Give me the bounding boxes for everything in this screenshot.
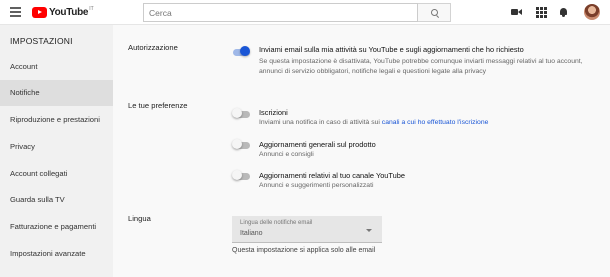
subscriptions-title: Iscrizioni <box>259 108 288 117</box>
sidebar-item-impostazioni-avanzate[interactable]: Impostazioni avanzate <box>0 241 113 267</box>
search-button[interactable] <box>418 3 451 22</box>
apps-grid-icon[interactable] <box>536 7 547 18</box>
product-updates-desc: Annunci e consigli <box>259 151 314 158</box>
channel-updates-desc: Annunci e suggerimenti personalizzati <box>259 182 374 189</box>
sidebar-item-guarda-tv[interactable]: Guarda sulla TV <box>0 187 113 213</box>
channel-updates-title: Aggiornamenti relativi al tuo canale You… <box>259 171 405 180</box>
sidebar-title: IMPOSTAZIONI <box>10 36 73 46</box>
email-activity-desc-2: annunci di servizio obbligatori, notific… <box>259 68 487 75</box>
sidebar-item-riproduzione[interactable]: Riproduzione e prestazioni <box>0 107 113 133</box>
video-camera-icon[interactable] <box>511 7 522 18</box>
avatar[interactable] <box>584 4 600 20</box>
search-input[interactable] <box>143 3 418 22</box>
subscriptions-desc-text: Inviami una notifica in caso di attività… <box>259 119 382 126</box>
settings-sidebar: IMPOSTAZIONI Account Notifiche Riproduzi… <box>0 25 113 277</box>
section-label-autorizzazione: Autorizzazione <box>128 43 178 52</box>
email-activity-desc-1: Se questa impostazione è disattivata, Yo… <box>259 58 583 65</box>
language-helper-text: Questa impostazione si applica solo alle… <box>232 247 376 254</box>
sidebar-item-account-collegati[interactable]: Account collegati <box>0 161 113 187</box>
product-updates-toggle[interactable] <box>232 139 251 152</box>
email-activity-toggle[interactable] <box>232 46 251 59</box>
sidebar-item-privacy[interactable]: Privacy <box>0 134 113 160</box>
channel-updates-toggle[interactable] <box>232 170 251 183</box>
section-label-preferenze: Le tue preferenze <box>128 101 188 110</box>
select-value: Italiano <box>240 230 263 237</box>
notification-language-select[interactable]: Lingua delle notifiche email Italiano <box>232 216 382 243</box>
subscriptions-toggle[interactable] <box>232 108 251 121</box>
logo-region: IT <box>89 5 94 12</box>
top-bar: YouTube IT <box>0 0 610 25</box>
sidebar-item-account[interactable]: Account <box>0 54 113 80</box>
logo-text: YouTube <box>49 7 89 18</box>
select-label: Lingua delle notifiche email <box>240 220 313 226</box>
product-updates-title: Aggiornamenti generali sul prodotto <box>259 140 376 149</box>
sidebar-item-fatturazione[interactable]: Fatturazione e pagamenti <box>0 214 113 240</box>
youtube-play-icon <box>32 7 47 18</box>
search-icon <box>430 9 438 16</box>
youtube-logo[interactable]: YouTube IT <box>32 6 94 19</box>
menu-icon[interactable] <box>10 7 21 17</box>
subscriptions-desc: Inviami una notifica in caso di attività… <box>259 118 488 128</box>
subscribed-channels-link[interactable]: canali a cui ho effettuato l'iscrizione <box>382 119 489 126</box>
section-label-lingua: Lingua <box>128 214 151 223</box>
bell-icon[interactable] <box>558 7 569 18</box>
email-activity-title: Inviami email sulla mia attività su YouT… <box>259 45 524 54</box>
chevron-down-icon <box>366 229 372 232</box>
sidebar-item-notifiche[interactable]: Notifiche <box>0 80 113 106</box>
